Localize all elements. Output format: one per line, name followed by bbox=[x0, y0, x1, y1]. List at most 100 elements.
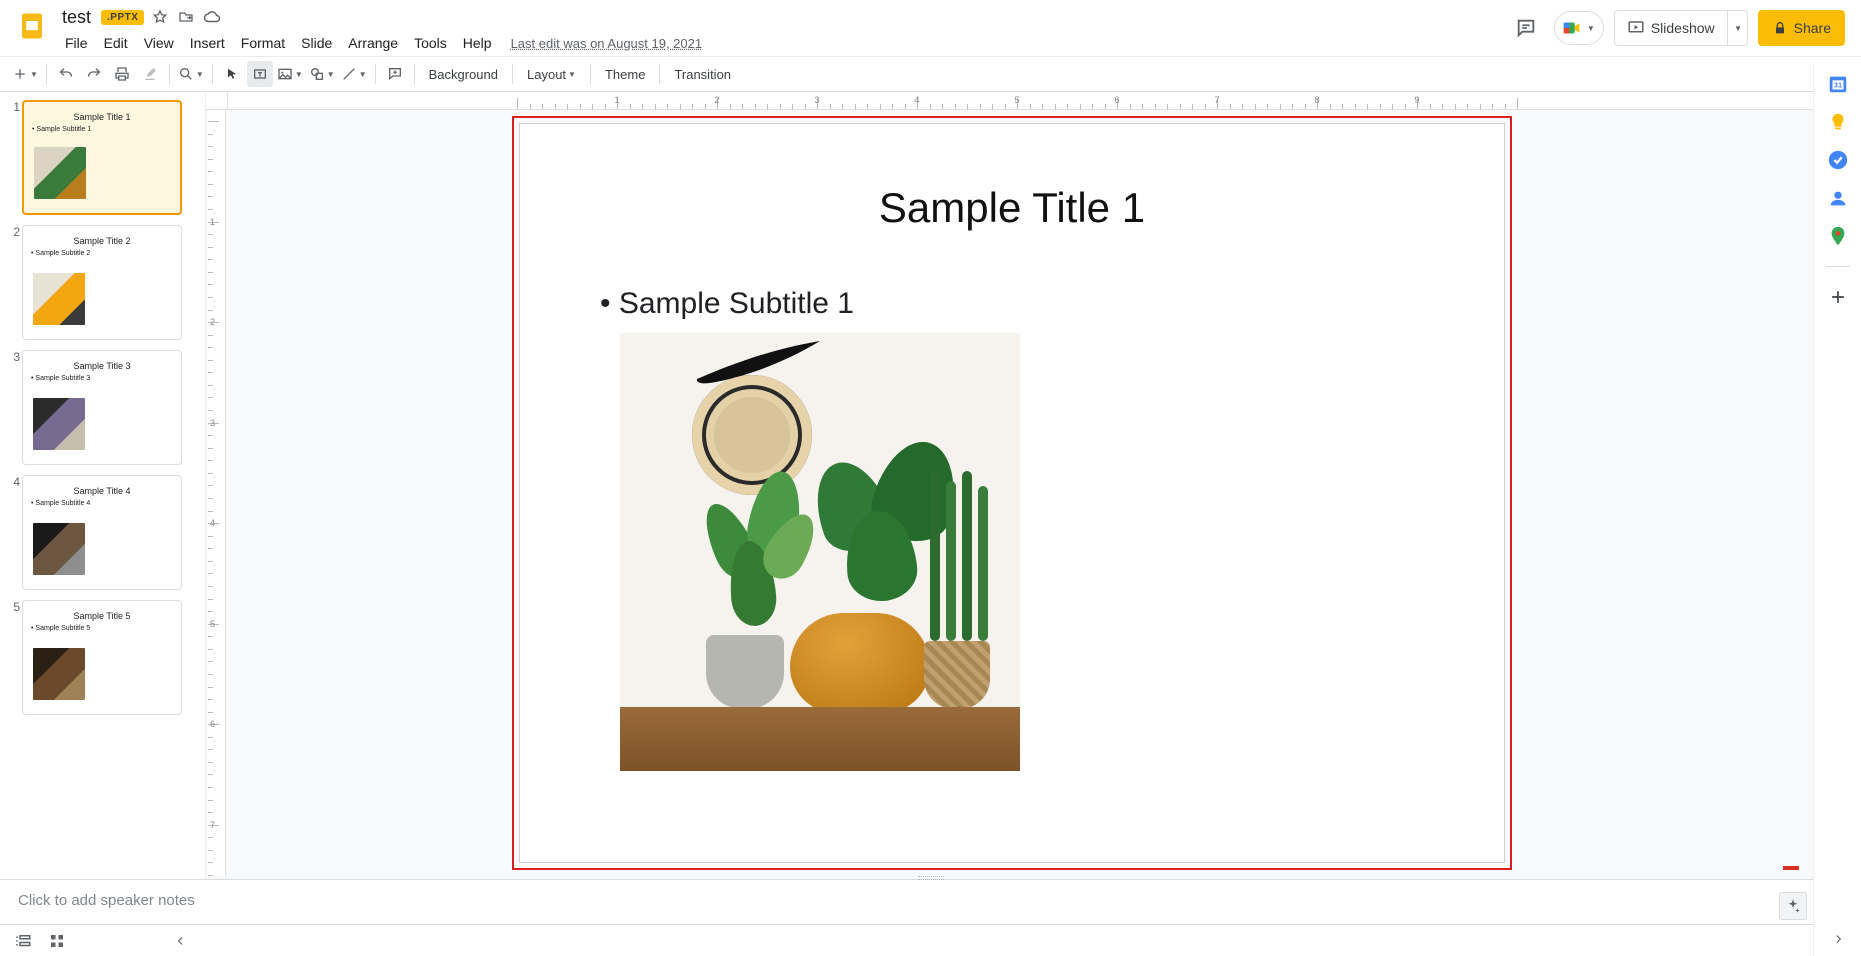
new-slide-button[interactable]: ▼ bbox=[10, 61, 40, 87]
scrollbar-indicator bbox=[1783, 866, 1799, 870]
ruler-tick-label: 5 bbox=[210, 619, 215, 629]
thumb-title: Sample Title 2 bbox=[27, 236, 177, 246]
chevron-down-icon: ▼ bbox=[30, 70, 38, 79]
thumb-image-icon bbox=[34, 147, 86, 199]
side-panel: 31 bbox=[1813, 64, 1861, 956]
paint-format-button[interactable] bbox=[137, 61, 163, 87]
ruler-tick-label: 2 bbox=[210, 317, 215, 327]
menu-help[interactable]: Help bbox=[456, 31, 499, 55]
textbox-tool[interactable] bbox=[247, 61, 273, 87]
title-bar: test .PPTX File Edit View Insert Format … bbox=[0, 0, 1861, 56]
background-button[interactable]: Background bbox=[421, 61, 506, 87]
ruler-tick-label: 3 bbox=[210, 418, 215, 428]
share-button[interactable]: Share bbox=[1758, 10, 1845, 46]
slide-canvas[interactable]: Sample Title 1 Sample Subtitle 1 bbox=[519, 123, 1505, 863]
vertical-ruler[interactable]: 1234567 bbox=[208, 110, 226, 876]
menu-file[interactable]: File bbox=[58, 31, 95, 55]
chevron-down-icon: ▼ bbox=[196, 70, 204, 79]
undo-button[interactable] bbox=[53, 61, 79, 87]
slides-logo-icon[interactable] bbox=[12, 6, 52, 46]
filmstrip-view-button[interactable] bbox=[8, 928, 38, 954]
theme-button[interactable]: Theme bbox=[597, 61, 653, 87]
keep-app-icon[interactable] bbox=[1826, 110, 1850, 134]
thumb-subtitle: • Sample Subtitle 1 bbox=[32, 126, 176, 133]
star-icon[interactable] bbox=[150, 7, 170, 27]
ruler-tick-label: 6 bbox=[1114, 95, 1119, 105]
menu-edit[interactable]: Edit bbox=[97, 31, 135, 55]
thumb-image-icon bbox=[33, 273, 85, 325]
filmstrip[interactable]: 1 Sample Title 1 • Sample Subtitle 1 2 S… bbox=[0, 92, 206, 879]
slide-thumbnail-2[interactable]: Sample Title 2 • Sample Subtitle 2 bbox=[22, 225, 182, 340]
chevron-down-icon: ▼ bbox=[359, 70, 367, 79]
meet-button[interactable]: ▼ bbox=[1554, 11, 1604, 45]
slideshow-button[interactable]: Slideshow bbox=[1615, 11, 1727, 45]
separator bbox=[659, 64, 660, 84]
slide-thumb-row: 4 Sample Title 4 • Sample Subtitle 4 bbox=[2, 475, 203, 590]
slide-thumbnail-3[interactable]: Sample Title 3 • Sample Subtitle 3 bbox=[22, 350, 182, 465]
select-tool[interactable] bbox=[219, 61, 245, 87]
table-surface-icon bbox=[620, 707, 1020, 771]
image-tool[interactable]: ▼ bbox=[275, 61, 305, 87]
pot-icon bbox=[706, 635, 784, 709]
print-button[interactable] bbox=[109, 61, 135, 87]
menu-slide[interactable]: Slide bbox=[294, 31, 339, 55]
slide-image[interactable] bbox=[620, 333, 1020, 771]
maps-app-icon[interactable] bbox=[1826, 224, 1850, 248]
slide-number: 2 bbox=[2, 225, 22, 239]
menu-insert[interactable]: Insert bbox=[183, 31, 232, 55]
thumb-image-icon bbox=[33, 648, 85, 700]
grid-view-button[interactable] bbox=[42, 928, 72, 954]
separator bbox=[169, 64, 170, 84]
toolbar: ▼ ▼ ▼ ▼ ▼ Background Layout▼ Theme Trans… bbox=[0, 56, 1861, 92]
slide-thumbnail-1[interactable]: Sample Title 1 • Sample Subtitle 1 bbox=[22, 100, 182, 215]
move-icon[interactable] bbox=[176, 7, 196, 27]
svg-text:31: 31 bbox=[1833, 81, 1841, 90]
present-icon bbox=[1627, 19, 1645, 37]
calendar-app-icon[interactable]: 31 bbox=[1826, 72, 1850, 96]
ruler-corner bbox=[206, 92, 228, 110]
separator bbox=[1826, 266, 1850, 267]
horizontal-ruler[interactable]: 123456789 bbox=[228, 92, 1851, 110]
last-edit-link[interactable]: Last edit was on August 19, 2021 bbox=[511, 36, 703, 51]
menu-arrange[interactable]: Arrange bbox=[341, 31, 405, 55]
speaker-notes[interactable]: Click to add speaker notes bbox=[0, 879, 1861, 924]
slide-thumbnail-4[interactable]: Sample Title 4 • Sample Subtitle 4 bbox=[22, 475, 182, 590]
cloud-status-icon[interactable] bbox=[202, 7, 222, 27]
comment-tool[interactable] bbox=[382, 61, 408, 87]
contacts-app-icon[interactable] bbox=[1826, 186, 1850, 210]
thumb-subtitle: • Sample Subtitle 5 bbox=[31, 625, 177, 632]
hide-sidepanel-button[interactable] bbox=[1831, 932, 1845, 946]
redo-button[interactable] bbox=[81, 61, 107, 87]
slideshow-group: Slideshow ▼ bbox=[1614, 10, 1748, 46]
slideshow-label: Slideshow bbox=[1651, 20, 1715, 36]
doc-name[interactable]: test bbox=[58, 6, 95, 29]
tasks-app-icon[interactable] bbox=[1826, 148, 1850, 172]
slide-number: 3 bbox=[2, 350, 22, 364]
transition-button[interactable]: Transition bbox=[666, 61, 739, 87]
collapse-filmstrip-button[interactable] bbox=[166, 928, 196, 954]
thumb-subtitle: • Sample Subtitle 3 bbox=[31, 375, 177, 382]
comments-icon[interactable] bbox=[1508, 10, 1544, 46]
slide-subtitle-text[interactable]: Sample Subtitle 1 bbox=[600, 287, 1444, 321]
menu-tools[interactable]: Tools bbox=[407, 31, 454, 55]
slide-title-text[interactable]: Sample Title 1 bbox=[580, 184, 1444, 232]
notes-resize-handle[interactable] bbox=[0, 876, 1861, 884]
pot-icon bbox=[924, 641, 990, 709]
separator bbox=[414, 64, 415, 84]
share-label: Share bbox=[1794, 20, 1831, 36]
shape-tool[interactable]: ▼ bbox=[307, 61, 337, 87]
line-tool[interactable]: ▼ bbox=[339, 61, 369, 87]
add-addon-button[interactable] bbox=[1826, 285, 1850, 309]
menu-view[interactable]: View bbox=[137, 31, 181, 55]
menu-format[interactable]: Format bbox=[234, 31, 292, 55]
zoom-button[interactable]: ▼ bbox=[176, 61, 206, 87]
explore-button[interactable] bbox=[1779, 892, 1807, 920]
slide-selection-border[interactable]: Sample Title 1 Sample Subtitle 1 bbox=[512, 116, 1512, 870]
separator bbox=[46, 64, 47, 84]
lock-icon bbox=[1772, 20, 1788, 36]
slideshow-dropdown[interactable]: ▼ bbox=[1727, 11, 1747, 45]
canvas-area[interactable]: 123456789 1234567 Sample Title 1 Sample … bbox=[206, 92, 1861, 879]
slide-thumbnail-5[interactable]: Sample Title 5 • Sample Subtitle 5 bbox=[22, 600, 182, 715]
slide-number: 5 bbox=[2, 600, 22, 614]
layout-button[interactable]: Layout▼ bbox=[519, 61, 584, 87]
